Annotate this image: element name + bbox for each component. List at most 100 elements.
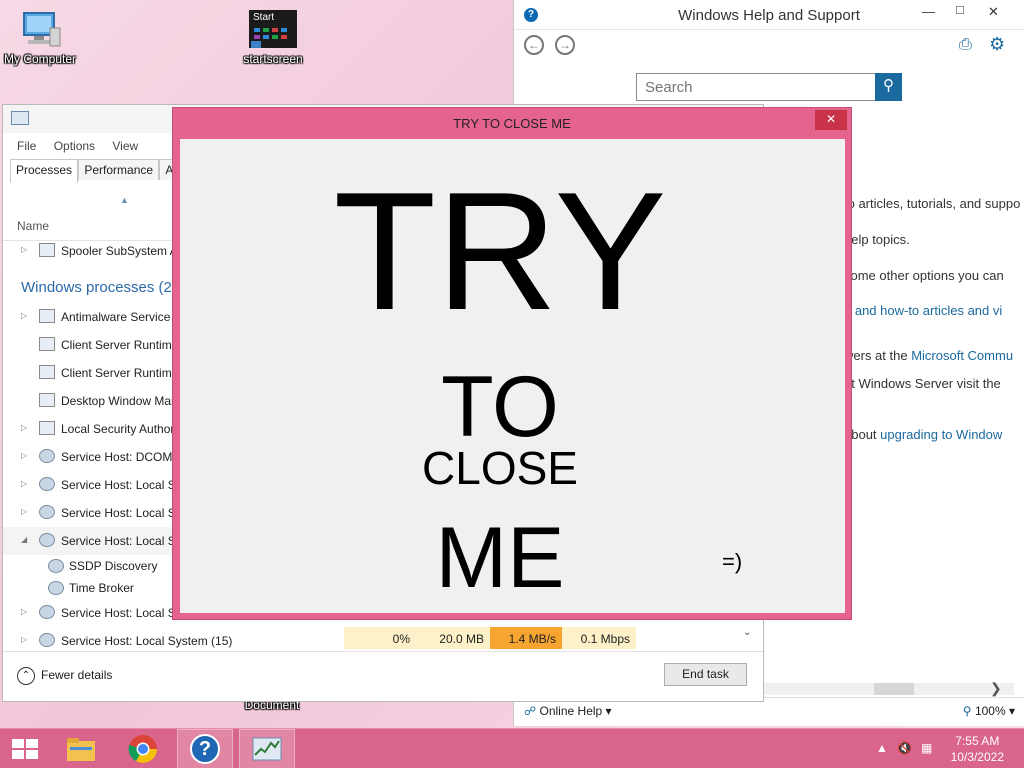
close-button[interactable]: ✕ [988,4,999,20]
zoom-label: 100% [974,704,1006,718]
window-icon [39,421,55,435]
folder-icon [67,738,95,761]
service-name: Time Broker [69,581,134,595]
tab-performance[interactable]: Performance [78,159,160,180]
scroll-down-icon[interactable]: ⌄ [743,627,751,638]
expand-arrow-icon[interactable]: ▷ [21,245,27,254]
expand-arrow-icon[interactable]: ▷ [21,311,27,320]
expand-arrow-icon[interactable]: ▷ [21,635,27,644]
expand-arrow-icon[interactable]: ▷ [21,423,27,432]
process-name: Service Host: DCOM S [61,450,184,464]
scroll-right-icon[interactable]: ❯ [990,680,1002,697]
window-icon [39,337,55,351]
microsoft-community-link[interactable]: Microsoft Commu [911,348,1013,363]
back-arrow-icon[interactable]: ← [524,35,544,55]
start-button[interactable] [12,739,38,759]
memory-cell: 20.0 MB [416,627,490,649]
taskbar-file-explorer[interactable] [53,729,109,768]
minimize-button[interactable]: — [922,4,935,19]
horizontal-scrollbar[interactable] [764,683,1014,695]
prank-window-title: TRY TO CLOSE ME [453,116,571,131]
task-manager-icon [252,737,282,761]
network-icon[interactable]: ▦ [921,741,932,755]
zoom-icon: ⚲ [962,704,972,718]
sort-arrow-icon: ▲ [120,195,129,205]
task-manager-icon [11,111,29,125]
process-name: Desktop Window Man [61,394,178,408]
column-header-name[interactable]: Name [17,219,49,233]
menu-file[interactable]: File [17,139,36,153]
desktop-icon-label: My Computer [3,52,77,66]
collapse-arrow-icon[interactable]: ◢ [21,535,27,544]
gear-icon[interactable]: ⚙ [989,34,1005,55]
task-manager-tabs: Processes Performance Ap [10,159,187,183]
online-help-icon: ☍ [524,704,537,718]
gear-icon [39,533,55,547]
zoom-control[interactable]: ⚲ 100% ▾ [963,704,1015,718]
forward-arrow-icon[interactable]: → [555,35,575,55]
close-button[interactable]: ✕ [815,110,847,130]
start-tile-text: Start [253,12,275,23]
service-name: SSDP Discovery [69,559,158,573]
taskbar-task-manager[interactable] [239,729,295,768]
printer-icon [39,243,55,257]
process-name: Service Host: Local Se [61,506,183,520]
search-icon[interactable]: ⚲ [875,73,902,101]
prank-window: TRY TO CLOSE ME ✕ TRY TO CLOSE ME =) [172,107,852,620]
chevron-up-icon: ⌃ [17,667,35,685]
help-text-line: some other options you can [844,268,1004,283]
online-help-menu[interactable]: ☍ Online Help ▾ [524,704,612,718]
start-screen-icon: Start [249,10,297,48]
gear-icon [39,605,55,619]
expand-arrow-icon[interactable]: ▷ [21,479,27,488]
desktop-icon-startscreen[interactable]: Start startscreen [231,10,315,66]
process-name: Service Host: Local Se [61,606,183,620]
help-link[interactable]: p and how-to articles and vi [844,303,1002,318]
cpu-cell: 0% [344,627,416,649]
computer-icon [18,10,62,50]
task-manager-footer: ⌃ Fewer details End task [3,651,763,701]
end-task-button[interactable]: End task [664,663,747,686]
menu-options[interactable]: Options [54,139,95,153]
process-name: Spooler SubSystem A [61,244,178,258]
print-icon[interactable]: ⎙ [959,36,972,54]
menu-view[interactable]: View [112,139,138,153]
help-search-input[interactable] [636,73,876,101]
expand-arrow-icon[interactable]: ▷ [21,607,27,616]
process-name: Local Security Author [61,422,175,436]
volume-muted-icon[interactable]: 🔇 [897,741,912,755]
fewer-details-button[interactable]: ⌃ Fewer details [17,667,112,685]
chrome-icon [128,735,157,763]
gear-icon [39,477,55,491]
taskbar-chrome[interactable] [115,729,171,768]
tab-processes[interactable]: Processes [10,159,79,183]
process-name: Client Server Runtime [61,366,179,380]
show-hidden-icons-icon[interactable]: ▲ [876,741,888,755]
prank-smiley: =) [722,549,743,574]
help-text-segment: wers at the [844,348,912,363]
desktop-icon-label: startscreen [243,52,303,66]
process-name: Antimalware Service E [61,310,182,324]
help-text-line: ut Windows Server visit the [844,376,1001,391]
network-cell: 0.1 Mbps [562,627,636,649]
fewer-details-label: Fewer details [41,668,113,683]
upgrading-link[interactable]: upgrading to Window [880,427,1002,442]
gear-icon [48,559,64,573]
help-titlebar: ? Windows Help and Support — □ ✕ [514,0,1024,30]
group-header-windows-processes: Windows processes (2 [21,279,172,296]
taskbar: ? ▲ 🔇 ▦ 7:55 AM 10/3/2022 [0,728,1024,768]
process-name: Service Host: Local Se [61,478,183,492]
help-text-line: help topics. [844,232,910,247]
maximize-button[interactable]: □ [956,2,964,17]
clock-date: 10/3/2022 [950,750,1004,764]
scrollbar-thumb[interactable] [874,683,914,695]
gear-icon [39,633,55,647]
tray-clock[interactable]: 7:55 AM 10/3/2022 [951,733,1004,765]
disk-cell: 1.4 MB/s [490,627,562,649]
desktop-icon-my-computer[interactable]: My Computer [0,10,82,66]
window-icon [39,393,55,407]
expand-arrow-icon[interactable]: ▷ [21,507,27,516]
prank-word-to: TO [441,359,559,455]
expand-arrow-icon[interactable]: ▷ [21,451,27,460]
taskbar-help-and-support[interactable]: ? [177,729,233,768]
